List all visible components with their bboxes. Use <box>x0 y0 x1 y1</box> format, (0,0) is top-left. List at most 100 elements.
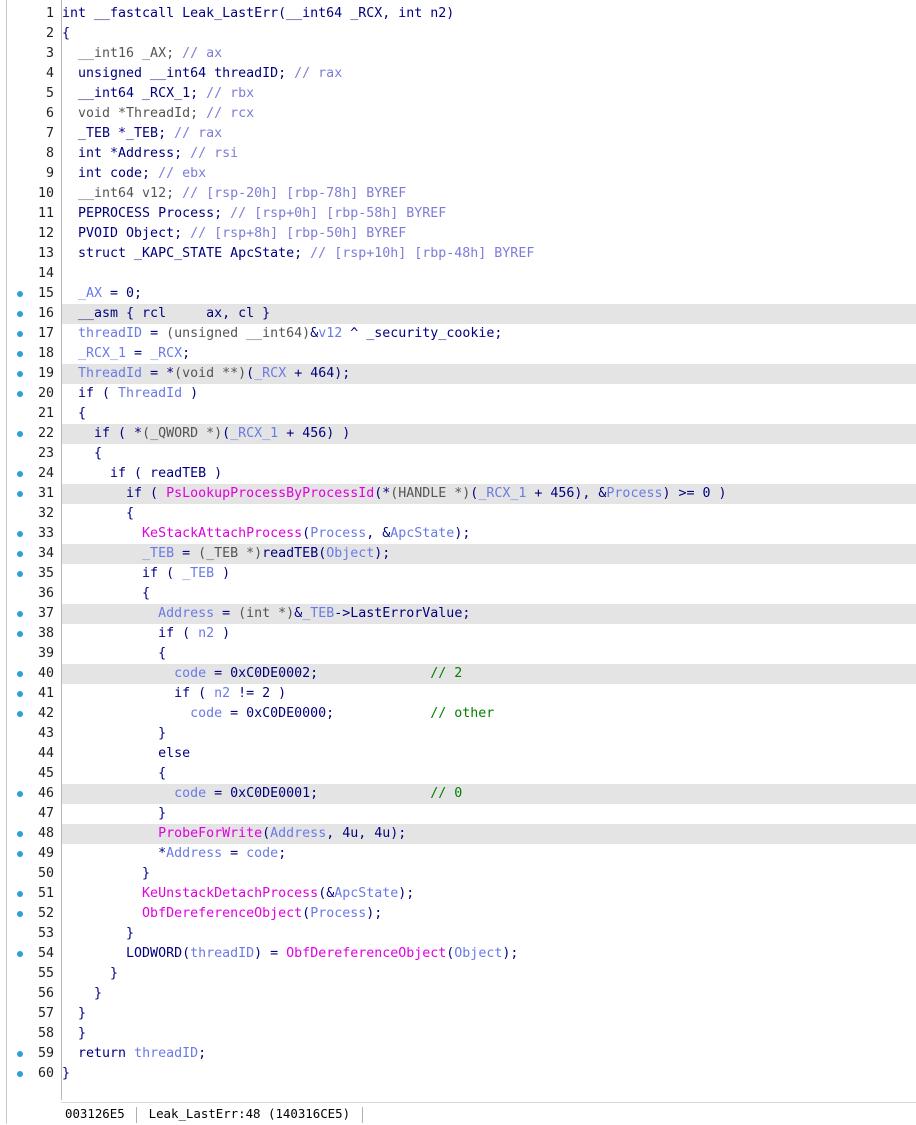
code-line[interactable]: 4 unsigned __int64 threadID; // rax <box>0 64 916 84</box>
code-token: ) <box>214 626 231 641</box>
code-text: threadID = (unsigned __int64)&v12 ^ _sec… <box>62 324 502 344</box>
code-line[interactable]: 48 ProbeForWrite(Address, 4u, 4u); <box>0 824 916 844</box>
pseudocode-view[interactable]: 1 int __fastcall Leak_LastErr(__int64 _RC… <box>0 0 916 1124</box>
code-token: ( <box>262 826 271 841</box>
code-line[interactable]: 32 { <box>0 504 916 524</box>
code-text: } <box>62 1064 70 1084</box>
code-text: { <box>62 24 70 44</box>
code-line[interactable]: 54 LODWORD(threadID) = ObfDereferenceObj… <box>0 944 916 964</box>
line-number: 53 <box>37 926 54 941</box>
code-text: __asm { rcl ax, cl } <box>62 304 270 324</box>
code-token: = <box>222 846 247 861</box>
code-line[interactable]: 12 PVOID Object; // [rsp+8h] [rbp-50h] B… <box>0 224 916 244</box>
code-line[interactable]: 11 PEPROCESS Process; // [rsp+0h] [rbp-5… <box>0 204 916 224</box>
code-line[interactable]: 35 if ( _TEB ) <box>0 564 916 584</box>
code-text: { <box>62 644 166 664</box>
code-line[interactable]: 60} <box>0 1064 916 1084</box>
code-text: ObfDereferenceObject(Process); <box>62 904 382 924</box>
code-text: else <box>62 744 190 764</box>
line-number: 42 <box>37 706 54 721</box>
code-line[interactable]: 19 ThreadId = *(void **)(_RCX + 464); <box>0 364 916 384</box>
code-line[interactable]: 39 { <box>0 644 916 664</box>
code-line[interactable]: 18 _RCX_1 = _RCX; <box>0 344 916 364</box>
code-token: = 0xC0DE0001; <box>206 786 319 801</box>
code-text: int code; // ebx <box>62 164 206 184</box>
code-token: struct _KAPC_STATE ApcState; <box>62 246 303 261</box>
code-line[interactable]: 55 } <box>0 964 916 984</box>
code-line[interactable]: 9 int code; // ebx <box>0 164 916 184</box>
code-line[interactable]: 7 _TEB *_TEB; // rax <box>0 124 916 144</box>
code-token: int *Address; <box>62 146 183 161</box>
code-line[interactable]: 8 int *Address; // rsi <box>0 144 916 164</box>
code-token: (int *) <box>238 606 295 621</box>
code-token: ); <box>502 946 519 961</box>
code-token: _RCX <box>150 346 183 361</box>
code-line[interactable]: 5 __int64 _RCX_1; // rbx <box>0 84 916 104</box>
code-line[interactable]: 42 code = 0xC0DE0000; // other <box>0 704 916 724</box>
code-line[interactable]: 57 } <box>0 1004 916 1024</box>
code-line[interactable]: 13 struct _KAPC_STATE ApcState; // [rsp+… <box>0 244 916 264</box>
code-line[interactable]: 2{ <box>0 24 916 44</box>
code-line[interactable]: 15 _AX = 0; <box>0 284 916 304</box>
code-line[interactable]: 45 { <box>0 764 916 784</box>
code-token: __asm { rcl ax, cl } <box>62 306 271 321</box>
code-token: // [rsp+0h] [rbp-58h] BYREF <box>222 206 447 221</box>
code-line[interactable]: 16 __asm { rcl ax, cl } <box>0 304 916 324</box>
code-line[interactable]: 1 int __fastcall Leak_LastErr(__int64 _RC… <box>0 4 916 24</box>
code-token: ProbeForWrite <box>62 826 263 841</box>
status-divider <box>136 1106 138 1123</box>
code-line[interactable]: 53 } <box>0 924 916 944</box>
code-text: if ( n2 != 2 ) <box>62 684 286 704</box>
code-line[interactable]: 36 { <box>0 584 916 604</box>
code-line[interactable]: 49 *Address = code; <box>0 844 916 864</box>
code-line[interactable]: 58 } <box>0 1024 916 1044</box>
line-number: 2 <box>45 26 54 41</box>
code-line[interactable]: 44 else <box>0 744 916 764</box>
code-line[interactable]: 34 _TEB = (_TEB *)readTEB(Object); <box>0 544 916 564</box>
code-line[interactable]: 33 KeStackAttachProcess(Process, &ApcSta… <box>0 524 916 544</box>
code-line[interactable]: 21 { <box>0 404 916 424</box>
code-token: { <box>62 446 103 461</box>
code-line[interactable]: 10 __int64 v12; // [rsp-20h] [rbp-78h] B… <box>0 184 916 204</box>
code-text: code = 0xC0DE0002; // 2 <box>62 664 462 684</box>
code-line[interactable]: 46 code = 0xC0DE0001; // 0 <box>0 784 916 804</box>
code-token: (& <box>318 886 335 901</box>
code-line[interactable]: 17 threadID = (unsigned __int64)&v12 ^ _… <box>0 324 916 344</box>
code-token: Process <box>310 906 367 921</box>
code-text: if ( _TEB ) <box>62 564 230 584</box>
code-token: + 456) ) <box>278 426 351 441</box>
code-line[interactable]: 14 <box>0 264 916 284</box>
code-line[interactable]: 47 } <box>0 804 916 824</box>
code-text: { <box>62 584 150 604</box>
code-line[interactable]: 3 __int16 _AX; // ax <box>0 44 916 64</box>
code-line[interactable]: 31 if ( PsLookupProcessByProcessId(*(HAN… <box>0 484 916 504</box>
status-bar: 003126E5 Leak_LastErr:48 (140316CE5) <box>61 1102 916 1125</box>
code-token: } <box>62 1026 87 1041</box>
code-line[interactable]: 38 if ( n2 ) <box>0 624 916 644</box>
code-line[interactable]: 59 return threadID; <box>0 1044 916 1064</box>
line-number: 5 <box>45 86 54 101</box>
code-line[interactable]: 52 ObfDereferenceObject(Process); <box>0 904 916 924</box>
code-token: ObfDereferenceObject <box>62 906 303 921</box>
code-text: PEPROCESS Process; // [rsp+0h] [rbp-58h]… <box>62 204 446 224</box>
code-line[interactable]: 22 if ( *(_QWORD *)(_RCX_1 + 456) ) <box>0 424 916 444</box>
code-token: // [rsp+8h] [rbp-50h] BYREF <box>182 226 407 241</box>
code-line[interactable]: 50 } <box>0 864 916 884</box>
code-line[interactable]: 23 { <box>0 444 916 464</box>
code-token: code <box>246 846 279 861</box>
code-token: // [rsp-20h] [rbp-78h] BYREF <box>174 186 407 201</box>
code-token: code <box>62 786 207 801</box>
line-number: 15 <box>37 286 54 301</box>
code-line[interactable]: 41 if ( n2 != 2 ) <box>0 684 916 704</box>
code-token: _TEB <box>62 546 175 561</box>
code-text: if ( n2 ) <box>62 624 230 644</box>
code-line[interactable]: 6 void *ThreadId; // rcx <box>0 104 916 124</box>
code-text: if ( ThreadId ) <box>62 384 198 404</box>
code-line[interactable]: 51 KeUnstackDetachProcess(&ApcState); <box>0 884 916 904</box>
code-line[interactable]: 43 } <box>0 724 916 744</box>
code-line[interactable]: 56 } <box>0 984 916 1004</box>
code-line[interactable]: 20 if ( ThreadId ) <box>0 384 916 404</box>
code-line[interactable]: 37 Address = (int *)&_TEB->LastErrorValu… <box>0 604 916 624</box>
code-line[interactable]: 24 if ( readTEB ) <box>0 464 916 484</box>
code-line[interactable]: 40 code = 0xC0DE0002; // 2 <box>0 664 916 684</box>
